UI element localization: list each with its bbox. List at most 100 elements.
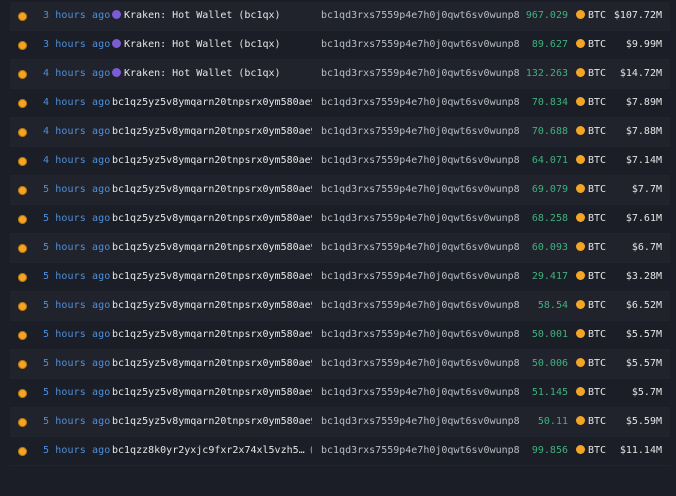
- token-symbol[interactable]: BTC: [576, 300, 606, 311]
- from-address[interactable]: bc1qz5yz5v8ymqarn20tnpsrx0ym580ae9n…: [112, 416, 312, 427]
- token-name: BTC: [588, 155, 607, 166]
- usd-value: $5.7M: [631, 387, 662, 398]
- from-address[interactable]: Kraken: Hot Wallet (bc1qx): [112, 39, 312, 50]
- usd-value: $9.99M: [625, 39, 662, 50]
- time-link[interactable]: 3 hours ago: [43, 39, 110, 50]
- table-row[interactable]: 5 hours ago bc1qz5yz5v8ymqarn20tnpsrx0ym…: [10, 205, 670, 234]
- from-address[interactable]: bc1qz5yz5v8ymqarn20tnpsrx0ym580ae9n…: [112, 184, 312, 195]
- to-address[interactable]: bc1qd3rxs7559p4e7h0j0qwt6sv0wunp8mx…: [321, 416, 519, 427]
- table-row[interactable]: 4 hours ago bc1qz5yz5v8ymqarn20tnpsrx0ym…: [10, 147, 670, 176]
- time-link[interactable]: 5 hours ago: [43, 329, 110, 340]
- token-symbol[interactable]: BTC: [576, 126, 606, 137]
- token-symbol[interactable]: BTC: [576, 39, 606, 50]
- to-address[interactable]: bc1qd3rxs7559p4e7h0j0qwt6sv0wunp8mx…: [321, 329, 519, 340]
- to-address[interactable]: bc1qd3rxs7559p4e7h0j0qwt6sv0wunp8mx…: [321, 271, 519, 282]
- time-link[interactable]: 5 hours ago: [43, 242, 110, 253]
- token-name: BTC: [588, 39, 607, 50]
- time-link[interactable]: 5 hours ago: [43, 184, 110, 195]
- time-link[interactable]: 4 hours ago: [43, 68, 110, 79]
- table-row[interactable]: 4 hours ago bc1qz5yz5v8ymqarn20tnpsrx0ym…: [10, 89, 670, 118]
- time-link[interactable]: 5 hours ago: [43, 358, 110, 369]
- usd-value: $5.57M: [625, 358, 662, 369]
- table-row[interactable]: 3 hours ago Kraken: Hot Wallet (bc1qx) b…: [10, 31, 670, 60]
- time-link[interactable]: 5 hours ago: [43, 213, 110, 224]
- from-address-text: bc1qz5yz5v8ymqarn20tnpsrx0ym580ae9n…: [112, 329, 312, 340]
- to-address[interactable]: bc1qd3rxs7559p4e7h0j0qwt6sv0wunp8mx…: [321, 358, 519, 369]
- table-row[interactable]: 5 hours ago bc1qz5yz5v8ymqarn20tnpsrx0ym…: [10, 176, 670, 205]
- from-address-text: bc1qz5yz5v8ymqarn20tnpsrx0ym580ae9n…: [112, 271, 312, 282]
- to-address[interactable]: bc1qd3rxs7559p4e7h0j0qwt6sv0wunp8mx…: [321, 184, 519, 195]
- to-address[interactable]: bc1qd3rxs7559p4e7h0j0qwt6sv0wunp8mx…: [321, 10, 519, 21]
- to-address[interactable]: bc1qd3rxs7559p4e7h0j0qwt6sv0wunp8mx…: [321, 445, 519, 456]
- token-symbol[interactable]: BTC: [576, 329, 606, 340]
- btc-token-icon: [576, 416, 585, 425]
- token-symbol[interactable]: BTC: [576, 213, 606, 224]
- usd-value: $14.72M: [619, 68, 662, 79]
- from-address[interactable]: bc1qzz8k0yr2yxjc9fxr2x74xl5vzh5… (+1): [112, 445, 312, 456]
- to-address[interactable]: bc1qd3rxs7559p4e7h0j0qwt6sv0wunp8mx…: [321, 300, 519, 311]
- to-address[interactable]: bc1qd3rxs7559p4e7h0j0qwt6sv0wunp8mx…: [321, 155, 519, 166]
- from-address[interactable]: bc1qz5yz5v8ymqarn20tnpsrx0ym580ae9n…: [112, 329, 312, 340]
- table-row[interactable]: 5 hours ago bc1qzz8k0yr2yxjc9fxr2x74xl5v…: [10, 437, 670, 466]
- table-row[interactable]: 3 hours ago Kraken: Hot Wallet (bc1qx) b…: [10, 2, 670, 31]
- from-address[interactable]: Kraken: Hot Wallet (bc1qx): [112, 10, 312, 21]
- token-symbol[interactable]: BTC: [576, 387, 606, 398]
- token-symbol[interactable]: BTC: [576, 445, 606, 456]
- time-link[interactable]: 4 hours ago: [43, 97, 110, 108]
- time-link[interactable]: 3 hours ago: [43, 10, 110, 21]
- token-symbol[interactable]: BTC: [576, 68, 606, 79]
- time-link[interactable]: 4 hours ago: [43, 126, 110, 137]
- time-link[interactable]: 5 hours ago: [43, 271, 110, 282]
- to-address[interactable]: bc1qd3rxs7559p4e7h0j0qwt6sv0wunp8mx…: [321, 68, 519, 79]
- amount-value: 64.071: [531, 155, 568, 166]
- token-name: BTC: [588, 10, 607, 21]
- from-address[interactable]: bc1qz5yz5v8ymqarn20tnpsrx0ym580ae9n…: [112, 213, 312, 224]
- from-address[interactable]: bc1qz5yz5v8ymqarn20tnpsrx0ym580ae9n…: [112, 242, 312, 253]
- token-symbol[interactable]: BTC: [576, 155, 606, 166]
- from-address[interactable]: Kraken: Hot Wallet (bc1qx): [112, 68, 312, 79]
- btc-token-icon: [576, 445, 585, 454]
- time-link[interactable]: 5 hours ago: [43, 387, 110, 398]
- to-address[interactable]: bc1qd3rxs7559p4e7h0j0qwt6sv0wunp8mx…: [321, 39, 519, 50]
- from-address[interactable]: bc1qz5yz5v8ymqarn20tnpsrx0ym580ae9n…: [112, 126, 312, 137]
- token-symbol[interactable]: BTC: [576, 358, 606, 369]
- btc-dot-icon: [18, 157, 27, 166]
- btc-dot-icon: [18, 331, 27, 340]
- to-address[interactable]: bc1qd3rxs7559p4e7h0j0qwt6sv0wunp8mx…: [321, 387, 519, 398]
- time-link[interactable]: 5 hours ago: [43, 445, 110, 456]
- table-row[interactable]: 5 hours ago bc1qz5yz5v8ymqarn20tnpsrx0ym…: [10, 408, 670, 437]
- time-link[interactable]: 4 hours ago: [43, 155, 110, 166]
- token-symbol[interactable]: BTC: [576, 416, 606, 427]
- btc-dot-icon: [18, 70, 27, 79]
- token-name: BTC: [588, 126, 607, 137]
- amount-value: 29.417: [531, 271, 568, 282]
- from-address[interactable]: bc1qz5yz5v8ymqarn20tnpsrx0ym580ae9n…: [112, 358, 312, 369]
- from-address[interactable]: bc1qz5yz5v8ymqarn20tnpsrx0ym580ae9n…: [112, 271, 312, 282]
- from-address[interactable]: bc1qz5yz5v8ymqarn20tnpsrx0ym580ae9n…: [112, 387, 312, 398]
- token-symbol[interactable]: BTC: [576, 184, 606, 195]
- to-address[interactable]: bc1qd3rxs7559p4e7h0j0qwt6sv0wunp8mx…: [321, 242, 519, 253]
- token-symbol[interactable]: BTC: [576, 271, 606, 282]
- token-symbol[interactable]: BTC: [576, 97, 606, 108]
- extra-address-count[interactable]: (+1): [309, 445, 312, 456]
- table-row[interactable]: 5 hours ago bc1qz5yz5v8ymqarn20tnpsrx0ym…: [10, 350, 670, 379]
- token-symbol[interactable]: BTC: [576, 242, 606, 253]
- to-address[interactable]: bc1qd3rxs7559p4e7h0j0qwt6sv0wunp8mx…: [321, 213, 519, 224]
- table-row[interactable]: 5 hours ago bc1qz5yz5v8ymqarn20tnpsrx0ym…: [10, 321, 670, 350]
- to-address[interactable]: bc1qd3rxs7559p4e7h0j0qwt6sv0wunp8mx…: [321, 97, 519, 108]
- table-row[interactable]: 5 hours ago bc1qz5yz5v8ymqarn20tnpsrx0ym…: [10, 292, 670, 321]
- table-row[interactable]: 4 hours ago bc1qz5yz5v8ymqarn20tnpsrx0ym…: [10, 118, 670, 147]
- table-row[interactable]: 5 hours ago bc1qz5yz5v8ymqarn20tnpsrx0ym…: [10, 379, 670, 408]
- btc-dot-icon: [18, 186, 27, 195]
- from-address[interactable]: bc1qz5yz5v8ymqarn20tnpsrx0ym580ae9n…: [112, 300, 312, 311]
- to-address[interactable]: bc1qd3rxs7559p4e7h0j0qwt6sv0wunp8mx…: [321, 126, 519, 137]
- btc-token-icon: [576, 329, 585, 338]
- from-address[interactable]: bc1qz5yz5v8ymqarn20tnpsrx0ym580ae9n…: [112, 155, 312, 166]
- table-row[interactable]: 4 hours ago Kraken: Hot Wallet (bc1qx) b…: [10, 60, 670, 89]
- table-row[interactable]: 5 hours ago bc1qz5yz5v8ymqarn20tnpsrx0ym…: [10, 263, 670, 292]
- time-link[interactable]: 5 hours ago: [43, 300, 110, 311]
- table-row[interactable]: 5 hours ago bc1qz5yz5v8ymqarn20tnpsrx0ym…: [10, 234, 670, 263]
- time-link[interactable]: 5 hours ago: [43, 416, 110, 427]
- token-symbol[interactable]: BTC: [576, 10, 606, 21]
- from-address[interactable]: bc1qz5yz5v8ymqarn20tnpsrx0ym580ae9n…: [112, 97, 312, 108]
